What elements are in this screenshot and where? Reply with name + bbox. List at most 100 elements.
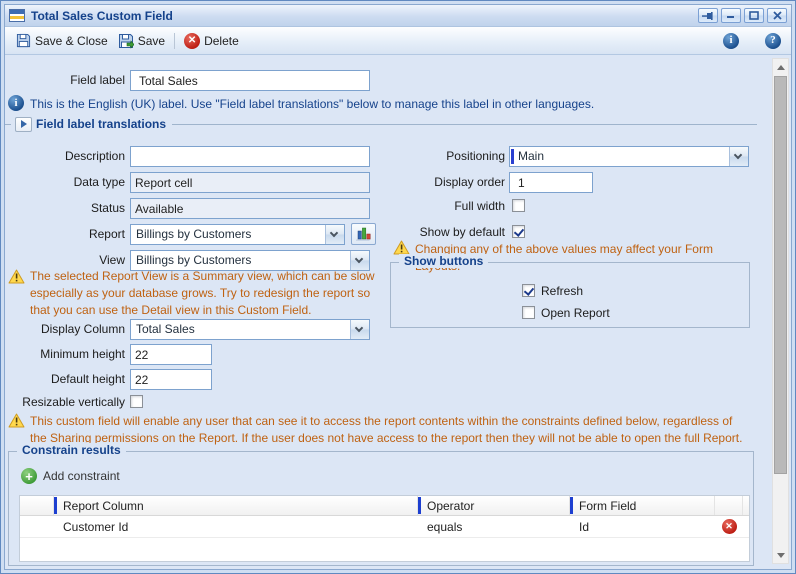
resizable-vertically-checkbox[interactable]: [130, 395, 143, 408]
save-button[interactable]: Save: [113, 30, 170, 52]
open-report-label: Open Report: [541, 305, 610, 321]
window-title: Total Sales Custom Field: [31, 9, 695, 23]
header-end-cell: [743, 496, 752, 515]
row-form-field: Id: [570, 520, 715, 534]
summary-view-warning: The selected Report View is a Summary vi…: [30, 268, 382, 319]
view-value: Billings by Customers: [136, 253, 251, 267]
maximize-button[interactable]: [744, 8, 764, 23]
default-height-label: Default height: [5, 369, 125, 389]
report-dropdown[interactable]: Billings by Customers: [130, 224, 345, 245]
translations-section-title: Field label translations: [36, 117, 172, 131]
add-constraint-button[interactable]: + Add constraint: [21, 468, 120, 484]
pin-button[interactable]: [698, 8, 718, 23]
status-field: [130, 198, 370, 219]
section-line-left: [5, 124, 11, 125]
chevron-down-icon: [355, 324, 363, 332]
warning-icon: [8, 269, 25, 284]
full-width-checkbox[interactable]: [512, 199, 525, 212]
close-icon: [773, 11, 782, 20]
minimum-height-input[interactable]: [130, 344, 212, 365]
constraints-table: Report Column Operator Form Field Custom…: [19, 495, 750, 562]
field-label-label: Field label: [5, 70, 125, 90]
status-label: Status: [5, 198, 125, 218]
header-spacer-cell: [20, 496, 54, 515]
display-order-input[interactable]: [509, 172, 593, 193]
header-operator[interactable]: Operator: [418, 496, 570, 515]
report-label: Report: [5, 224, 125, 244]
expand-translations-button[interactable]: [15, 117, 32, 132]
positioning-value: Main: [518, 149, 544, 163]
constrain-results-legend: Constrain results: [17, 443, 126, 457]
delete-label: Delete: [204, 34, 239, 48]
constrain-results-group: Constrain results + Add constraint Repor…: [8, 451, 754, 566]
close-button[interactable]: [767, 8, 787, 23]
save-close-button[interactable]: Save & Close: [11, 30, 113, 51]
display-column-label: Display Column: [5, 319, 125, 339]
scroll-down-icon: [777, 553, 785, 558]
scroll-up-button[interactable]: [773, 59, 788, 75]
delete-constraint-button[interactable]: ✕: [722, 519, 737, 534]
refresh-label: Refresh: [541, 283, 583, 299]
view-label: View: [5, 250, 125, 270]
translations-section: Field label translations: [5, 116, 757, 132]
resizable-vertically-label: Resizable vertically: [5, 392, 125, 412]
section-line-right: [172, 124, 757, 125]
maximize-icon: [749, 11, 759, 20]
scroll-up-icon: [777, 65, 785, 70]
delete-button[interactable]: ✕ Delete: [179, 30, 244, 52]
data-type-field: [130, 172, 370, 193]
scrollbar-thumb[interactable]: [774, 76, 787, 474]
display-order-label: Display order: [365, 172, 505, 192]
chevron-down-icon: [355, 255, 363, 263]
form-content: Field label i This is the English (UK) l…: [5, 56, 791, 569]
positioning-label: Positioning: [365, 146, 505, 166]
pushpin-icon: [702, 11, 714, 21]
open-report-checkbox[interactable]: [522, 306, 535, 319]
minimize-icon: [726, 11, 736, 20]
warning-icon: [393, 240, 410, 255]
header-form-field[interactable]: Form Field: [570, 496, 715, 515]
row-report-column: Customer Id: [54, 520, 418, 534]
description-label: Description: [5, 146, 125, 166]
minimum-height-label: Minimum height: [5, 344, 125, 364]
refresh-checkbox[interactable]: [522, 284, 535, 297]
report-value: Billings by Customers: [136, 227, 251, 241]
show-by-default-label: Show by default: [365, 222, 505, 242]
scroll-down-button[interactable]: [773, 547, 788, 563]
display-column-dropdown[interactable]: Total Sales: [130, 319, 370, 340]
show-by-default-checkbox[interactable]: [512, 225, 525, 238]
display-column-value: Total Sales: [136, 322, 195, 336]
constraints-table-header: Report Column Operator Form Field: [20, 496, 749, 516]
delete-icon: ✕: [184, 33, 200, 49]
info-button[interactable]: i: [723, 33, 739, 49]
positioning-dropdown[interactable]: Main: [509, 146, 749, 167]
help-button[interactable]: ?: [765, 33, 781, 49]
dialog-window: Total Sales Custom Field Save & Clos: [0, 0, 796, 574]
default-height-input[interactable]: [130, 369, 212, 390]
header-report-column[interactable]: Report Column: [54, 496, 418, 515]
constraint-row[interactable]: Customer Id equals Id ✕: [20, 516, 749, 538]
info-glyph: i: [729, 35, 732, 46]
description-input[interactable]: [130, 146, 370, 167]
field-label-input[interactable]: [130, 70, 370, 91]
vertical-scrollbar[interactable]: [772, 58, 789, 564]
chevron-down-icon: [734, 151, 742, 159]
warning-icon: [8, 413, 25, 428]
title-bar: Total Sales Custom Field: [5, 5, 791, 27]
save-icon: [16, 33, 31, 48]
show-buttons-legend: Show buttons: [399, 254, 488, 268]
dropdown-arrow-button[interactable]: [729, 147, 748, 166]
form-window-icon: [9, 9, 25, 22]
save-close-label: Save & Close: [35, 34, 108, 48]
save-label: Save: [138, 34, 165, 48]
add-icon: +: [21, 468, 37, 484]
access-warning: This custom field will enable any user t…: [30, 413, 752, 447]
dropdown-arrow-button[interactable]: [325, 225, 344, 244]
header-actions-cell: [715, 496, 743, 515]
expand-arrow-icon: [21, 120, 27, 128]
minimize-button[interactable]: [721, 8, 741, 23]
show-buttons-group: Show buttons Refresh Open Report: [390, 262, 750, 328]
dropdown-arrow-button[interactable]: [350, 320, 369, 339]
info-note-icon: i: [8, 95, 24, 111]
full-width-label: Full width: [365, 196, 505, 216]
